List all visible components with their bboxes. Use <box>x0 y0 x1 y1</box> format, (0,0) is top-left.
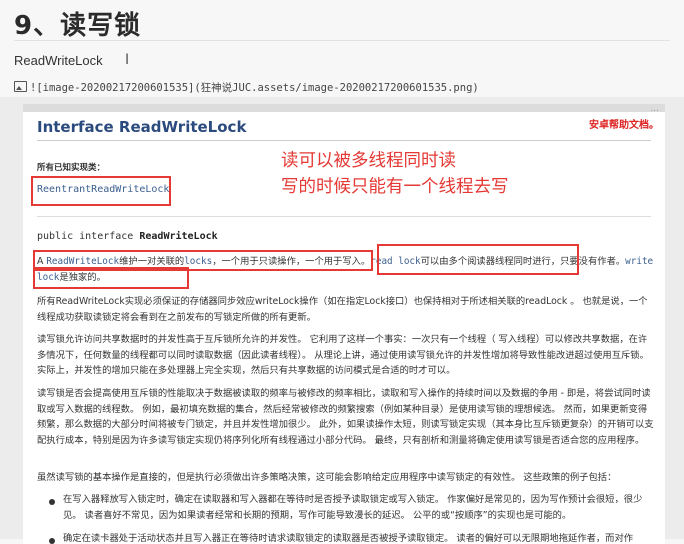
top-right-fragment: ... <box>650 104 659 114</box>
embedded-screenshot: ... 安卓帮助文档。 Interface ReadWriteLock 所有已知… <box>23 104 665 544</box>
top-right-note: 安卓帮助文档。 <box>589 120 659 131</box>
section-divider <box>37 216 651 217</box>
highlight-box-impl <box>31 176 171 206</box>
interface-declaration: public interface ReadWriteLock <box>37 231 218 242</box>
screenshot-top-strip <box>23 104 665 112</box>
image-markdown-source: ![image-20200217200601535](狂神说JUC.assets… <box>30 82 479 94</box>
bullet-dot-1 <box>49 499 55 505</box>
image-icon <box>14 81 27 92</box>
annotation-line-2: 写的时候只能有一个线程去写 <box>281 177 509 197</box>
title-divider <box>37 140 651 141</box>
editor-text-line[interactable]: ReadWriteLock <box>14 53 103 68</box>
highlight-box-para1-b <box>377 244 579 275</box>
declaration-name: ReadWriteLock <box>139 231 218 242</box>
image-markdown-line[interactable]: ![image-20200217200601535](狂神说JUC.assets… <box>14 80 479 95</box>
highlight-box-para1-c <box>33 267 189 289</box>
known-impl-label: 所有已知实现类： <box>37 163 106 173</box>
paragraph-2: 所有ReadWriteLock实现必须保证的存储器同步效应writeLock操作… <box>37 296 648 323</box>
paragraph-4: 读写锁是否会提高使用互斥锁的性能取决于数据被读取的频率与被修改的频率相比，读取和… <box>37 388 654 446</box>
paragraph-3: 读写锁允许访问共享数据时的并发性高于互斥锁所允许的并发性。 它利用了这样一个事实… <box>37 334 649 376</box>
bullet-item-2: 确定在读卡器处于活动状态并且写入器正在等待时请求读取锁定的读取器是否被授予读取锁… <box>63 533 634 544</box>
declaration-prefix: public interface <box>37 231 140 242</box>
text-cursor-icon: I <box>125 52 130 68</box>
bullet-item-1: 在写入器释放写入锁定时，确定在读取器和写入器都在等待时是否授予读取锁定或写入锁定… <box>63 494 643 521</box>
annotation-line-1: 读可以被多线程同时读 <box>281 151 456 171</box>
interface-title: Interface ReadWriteLock <box>37 118 247 136</box>
page-heading: 9、读写锁 <box>14 11 142 41</box>
heading-divider <box>14 40 670 41</box>
paragraph-5: 虽然读写锁的基本操作是直接的，但是执行必须做出许多策略决策，这可能会影响给定应用… <box>37 472 617 483</box>
